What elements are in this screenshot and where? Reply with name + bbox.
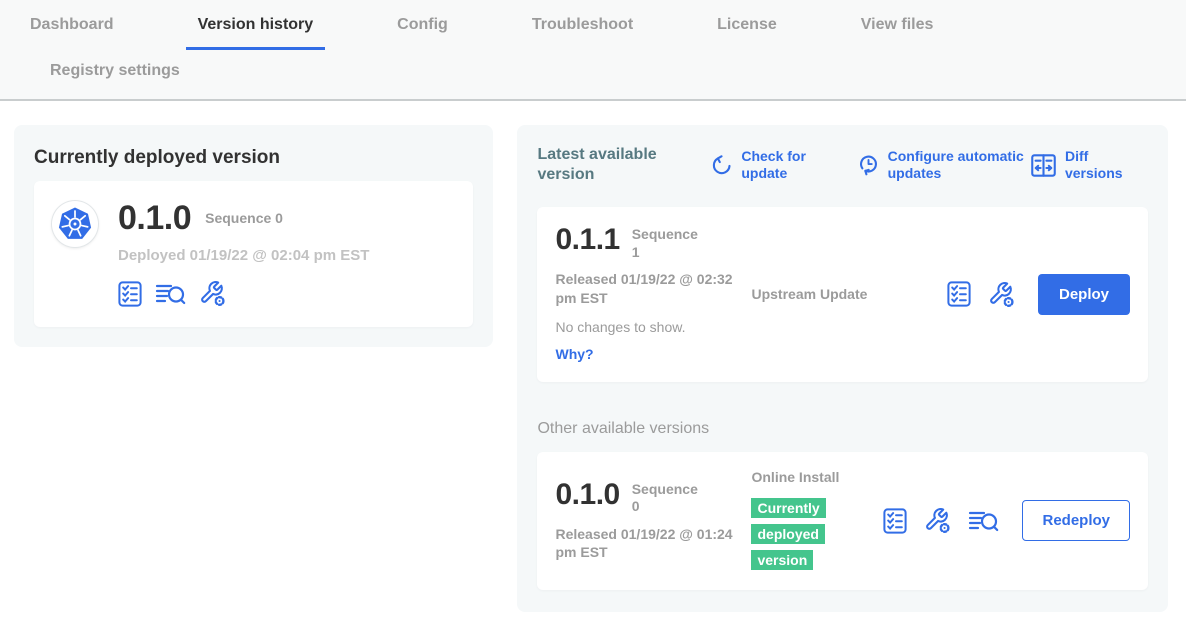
- changes-note: No changes to show.: [555, 319, 743, 335]
- tab-version-history[interactable]: Version history: [186, 4, 326, 50]
- currently-deployed-badge: Currently deployed version: [751, 498, 825, 570]
- other-version-row: 0.1.0 Sequence 0 Released 01/19/22 @ 01:…: [537, 452, 1148, 590]
- version-number: 0.1.0: [555, 480, 619, 510]
- tab-dashboard[interactable]: Dashboard: [18, 4, 126, 50]
- version-history-page: Currently deployed version: [0, 101, 1186, 612]
- version-source-column: Upstream Update: [751, 285, 883, 305]
- why-link[interactable]: Why?: [555, 346, 593, 362]
- refresh-icon: [711, 155, 732, 176]
- released-timestamp: Released 01/19/22 @ 02:32 pm EST: [555, 270, 743, 308]
- deploy-logs-icon[interactable]: [155, 281, 186, 307]
- version-source: Upstream Update: [751, 285, 883, 305]
- check-for-update-link[interactable]: Check for update: [711, 148, 825, 181]
- currently-deployed-card: Currently deployed version: [14, 125, 493, 347]
- other-available-versions-title: Other available versions: [537, 420, 1148, 438]
- check-for-update-label: Check for update: [741, 148, 825, 181]
- sequence-label: Sequence 0: [632, 481, 702, 516]
- tab-license[interactable]: License: [705, 4, 789, 50]
- preflight-checks-icon[interactable]: [883, 508, 907, 534]
- version-source: Online Install: [751, 468, 883, 488]
- version-info: 0.1.1 Sequence 1 Released 01/19/22 @ 02:…: [555, 225, 743, 364]
- app-navbar: Dashboard Version history Config Trouble…: [0, 0, 1186, 101]
- deployed-version-details: 0.1.0 Sequence 0 Deployed 01/19/22 @ 02:…: [118, 201, 369, 307]
- diff-versions-label: Diff versions: [1065, 148, 1148, 181]
- latest-available-card: Latest available version Check for updat…: [517, 125, 1168, 612]
- version-actions: Deploy: [947, 274, 1130, 315]
- preflight-checks-icon[interactable]: [947, 281, 971, 307]
- primary-tabs: Dashboard Version history Config Trouble…: [0, 4, 1186, 50]
- secondary-tabs: Registry settings: [0, 50, 1186, 99]
- latest-available-header: Latest available version Check for updat…: [537, 145, 1148, 185]
- deployed-version-number: 0.1.0: [118, 201, 191, 235]
- configure-automatic-updates-label: Configure automatic updates: [888, 148, 1031, 181]
- latest-available-title: Latest available version: [537, 145, 677, 185]
- redeploy-button[interactable]: Redeploy: [1022, 500, 1130, 541]
- kubernetes-logo-icon: [52, 201, 98, 247]
- deployed-version-row: 0.1.0 Sequence 0 Deployed 01/19/22 @ 02:…: [34, 181, 473, 327]
- sequence-label: Sequence 1: [632, 226, 702, 261]
- tab-troubleshoot[interactable]: Troubleshoot: [520, 4, 645, 50]
- currently-deployed-title: Currently deployed version: [34, 147, 473, 169]
- tab-config[interactable]: Config: [385, 4, 460, 50]
- version-number: 0.1.1: [555, 225, 619, 255]
- deployed-sequence-label: Sequence 0: [205, 210, 283, 226]
- deploy-logs-icon[interactable]: [968, 508, 999, 534]
- version-source-column: Online Install Currently deployed versio…: [751, 468, 883, 574]
- deploy-button[interactable]: Deploy: [1038, 274, 1130, 315]
- configure-automatic-updates-link[interactable]: Configure automatic updates: [858, 148, 1031, 181]
- version-info: 0.1.0 Sequence 0 Released 01/19/22 @ 01:…: [555, 480, 743, 563]
- deployed-timestamp: Deployed 01/19/22 @ 02:04 pm EST: [118, 247, 369, 264]
- edit-config-icon[interactable]: [199, 280, 226, 307]
- latest-version-row: 0.1.1 Sequence 1 Released 01/19/22 @ 02:…: [537, 207, 1148, 382]
- diff-icon: [1031, 154, 1056, 177]
- version-actions: Redeploy: [883, 500, 1130, 541]
- edit-config-icon[interactable]: [988, 281, 1015, 308]
- auto-update-icon: [858, 154, 879, 176]
- preflight-checks-icon[interactable]: [118, 281, 142, 307]
- tab-registry-settings[interactable]: Registry settings: [50, 56, 1186, 86]
- tab-view-files[interactable]: View files: [849, 4, 946, 50]
- diff-versions-link[interactable]: Diff versions: [1031, 148, 1148, 181]
- released-timestamp: Released 01/19/22 @ 01:24 pm EST: [555, 525, 743, 563]
- edit-config-icon[interactable]: [924, 507, 951, 534]
